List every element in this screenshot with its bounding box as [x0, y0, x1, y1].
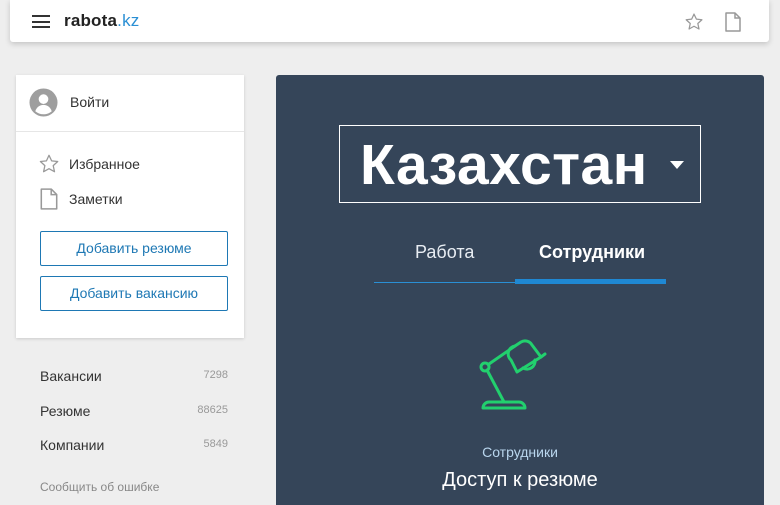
star-icon: [39, 154, 59, 173]
caret-down-icon: [670, 161, 684, 169]
user-avatar-icon: [29, 88, 58, 117]
tab-underline: [374, 282, 515, 283]
logo-main: rabota: [64, 11, 118, 30]
star-icon[interactable]: [684, 12, 704, 32]
login-link[interactable]: Войти: [16, 75, 244, 132]
tab-employees[interactable]: Сотрудники: [539, 242, 645, 263]
country-name: Казахстан: [360, 133, 648, 197]
menu-icon[interactable]: [32, 15, 50, 28]
tab-work[interactable]: Работа: [415, 242, 474, 263]
country-selector[interactable]: Казахстан: [339, 125, 701, 203]
stat-companies[interactable]: Компании 5849: [40, 435, 228, 455]
report-error-link[interactable]: Сообщить об ошибке: [40, 480, 159, 494]
add-vacancy-button[interactable]: Добавить вакансию: [40, 276, 228, 311]
notes-label: Заметки: [69, 191, 123, 207]
sidebar-card: Войти Избранное Заметки Добавить резюме …: [16, 75, 244, 338]
site-logo[interactable]: rabota.kz: [64, 11, 139, 31]
top-bar: rabota.kz: [10, 0, 769, 42]
add-resume-button[interactable]: Добавить резюме: [40, 231, 228, 266]
stat-vacancies[interactable]: Вакансии 7298: [40, 366, 228, 386]
section-title: Доступ к резюме: [442, 469, 598, 491]
tab-active-indicator: [515, 279, 666, 284]
stat-label: Компании: [40, 437, 105, 453]
stat-label: Резюме: [40, 403, 91, 419]
note-icon[interactable]: [724, 12, 742, 32]
favorites-label: Избранное: [69, 156, 140, 172]
stat-count: 88625: [197, 404, 228, 416]
note-icon: [40, 188, 58, 210]
desk-lamp-icon: [479, 339, 547, 410]
stat-count: 7298: [203, 369, 228, 381]
stat-label: Вакансии: [40, 368, 102, 384]
login-label: Войти: [70, 94, 110, 110]
stat-resumes[interactable]: Резюме 88625: [40, 401, 228, 421]
hero-panel: Казахстан Работа Сотрудники Сотрудники Д…: [276, 75, 764, 505]
section-label: Сотрудники: [482, 444, 558, 460]
stat-count: 5849: [203, 438, 228, 450]
logo-domain: .kz: [117, 11, 140, 30]
